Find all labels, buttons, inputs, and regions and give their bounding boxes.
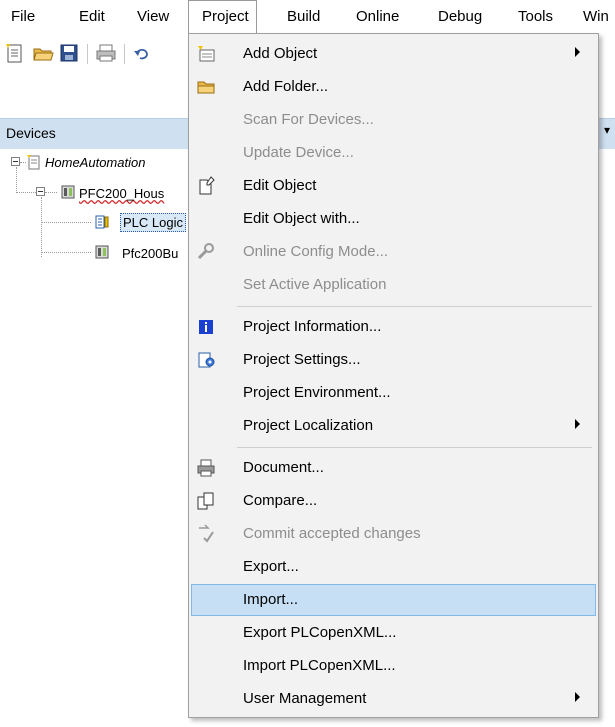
menu-item-label: Set Active Application bbox=[243, 276, 387, 293]
menu-item-label: Add Folder... bbox=[243, 78, 329, 95]
menu-separator bbox=[237, 306, 592, 307]
menu-debug[interactable]: Debug bbox=[438, 0, 482, 34]
print-icon[interactable] bbox=[95, 42, 117, 64]
menu-item-scan-devices[interactable]: Scan For Devices... bbox=[191, 104, 596, 136]
tree-line bbox=[45, 192, 57, 193]
menu-item-project-information[interactable]: Project Information... bbox=[191, 311, 596, 343]
tree-line bbox=[41, 252, 91, 253]
menu-item-edit-object-with[interactable]: Edit Object with... bbox=[191, 203, 596, 235]
menu-item-label: User Management bbox=[243, 690, 367, 707]
folder-icon bbox=[197, 81, 215, 94]
menu-item-compare[interactable]: Compare... bbox=[191, 485, 596, 517]
tree-line bbox=[41, 222, 91, 223]
menu-edit[interactable]: Edit bbox=[79, 0, 105, 34]
menu-item-label: Update Device... bbox=[243, 144, 354, 161]
toolbar-separator bbox=[87, 44, 88, 64]
info-icon bbox=[199, 320, 213, 334]
menu-project[interactable]: Project bbox=[188, 0, 257, 34]
settings-icon bbox=[198, 352, 215, 368]
menu-item-user-management[interactable]: User Management bbox=[191, 683, 596, 715]
menu-file[interactable]: File bbox=[11, 0, 35, 34]
undo-icon[interactable] bbox=[131, 42, 153, 64]
menu-item-label: Edit Object with... bbox=[243, 210, 360, 227]
tree-line bbox=[41, 197, 42, 257]
menu-tools[interactable]: Tools bbox=[518, 0, 553, 34]
project-node-icon bbox=[27, 155, 40, 170]
menu-item-label: Project Settings... bbox=[243, 351, 361, 368]
bus-device-icon bbox=[95, 245, 109, 259]
menu-item-online-config[interactable]: Online Config Mode... bbox=[191, 236, 596, 268]
menu-item-label: Online Config Mode... bbox=[243, 243, 389, 260]
tree-line bbox=[16, 192, 36, 193]
printer-icon bbox=[197, 459, 215, 477]
toolbar-separator bbox=[124, 44, 125, 64]
submenu-arrow-icon bbox=[575, 692, 580, 702]
menu-item-label: Document... bbox=[243, 459, 324, 476]
menu-item-add-folder[interactable]: Add Folder... bbox=[191, 71, 596, 103]
tree-node-pfc200-label: PFC200_Hous bbox=[79, 186, 165, 201]
tree-node-pfc200-house[interactable]: PFC200_Hous bbox=[79, 186, 164, 201]
menu-item-label: Import... bbox=[243, 591, 299, 608]
menu-item-project-environment[interactable]: Project Environment... bbox=[191, 377, 596, 409]
devices-panel-title: Devices bbox=[6, 125, 56, 141]
project-menu-dropdown: Add Object Add Folder... Scan For Device… bbox=[188, 33, 599, 718]
menu-item-label: Commit accepted changes bbox=[243, 525, 421, 542]
open-folder-icon[interactable] bbox=[32, 42, 54, 64]
tree-node-homeautomation[interactable]: HomeAutomation bbox=[45, 155, 145, 170]
menu-item-edit-object[interactable]: Edit Object bbox=[191, 170, 596, 202]
menu-item-set-active-app[interactable]: Set Active Application bbox=[191, 269, 596, 301]
new-project-icon[interactable] bbox=[4, 42, 26, 64]
menu-item-label: Project Environment... bbox=[243, 384, 391, 401]
tree-collapse-icon[interactable] bbox=[11, 157, 20, 166]
wrench-icon bbox=[197, 243, 214, 260]
plc-device-icon bbox=[61, 185, 75, 199]
submenu-arrow-icon bbox=[575, 419, 580, 429]
menu-item-project-settings[interactable]: Project Settings... bbox=[191, 344, 596, 376]
menu-item-label: Compare... bbox=[243, 492, 318, 509]
menu-item-commit-changes[interactable]: Commit accepted changes bbox=[191, 518, 596, 550]
submenu-arrow-icon bbox=[575, 47, 580, 57]
edit-object-icon bbox=[199, 176, 215, 195]
menu-item-import-plcopenxml[interactable]: Import PLCopenXML... bbox=[191, 650, 596, 682]
menu-item-update-device[interactable]: Update Device... bbox=[191, 137, 596, 169]
menu-view[interactable]: View bbox=[137, 0, 169, 34]
menu-item-label: Scan For Devices... bbox=[243, 111, 374, 128]
menu-item-label: Project Localization bbox=[243, 417, 374, 434]
plc-logic-icon bbox=[95, 215, 109, 229]
add-object-icon bbox=[198, 46, 215, 62]
save-icon[interactable] bbox=[58, 42, 80, 64]
menu-item-label: Export PLCopenXML... bbox=[243, 624, 397, 641]
tree-collapse-icon[interactable] bbox=[36, 187, 45, 196]
compare-icon bbox=[197, 492, 214, 510]
menu-item-add-object[interactable]: Add Object bbox=[191, 38, 596, 70]
menu-window[interactable]: Win bbox=[583, 0, 609, 34]
menu-item-import[interactable]: Import... bbox=[191, 584, 596, 616]
menu-build[interactable]: Build bbox=[287, 0, 320, 34]
menu-item-export[interactable]: Export... bbox=[191, 551, 596, 583]
tree-node-plc-logic[interactable]: PLC Logic bbox=[120, 213, 186, 232]
menu-item-export-plcopenxml[interactable]: Export PLCopenXML... bbox=[191, 617, 596, 649]
tree-node-pfc200bus[interactable]: Pfc200Bu bbox=[122, 246, 178, 261]
menu-online[interactable]: Online bbox=[356, 0, 399, 34]
menu-item-label: Export... bbox=[243, 558, 299, 575]
menu-item-label: Add Object bbox=[243, 45, 318, 62]
tree-line bbox=[16, 167, 17, 193]
menu-bar: File Edit View Project Build Online Debu… bbox=[0, 0, 615, 35]
commit-icon bbox=[199, 524, 214, 543]
menu-separator bbox=[237, 447, 592, 448]
menu-item-label: Project Information... bbox=[243, 318, 382, 335]
menu-item-document[interactable]: Document... bbox=[191, 452, 596, 484]
panel-menu-icon[interactable]: ▾ bbox=[604, 123, 610, 137]
menu-item-label: Edit Object bbox=[243, 177, 317, 194]
menu-item-label: Import PLCopenXML... bbox=[243, 657, 396, 674]
menu-item-project-localization[interactable]: Project Localization bbox=[191, 410, 596, 442]
